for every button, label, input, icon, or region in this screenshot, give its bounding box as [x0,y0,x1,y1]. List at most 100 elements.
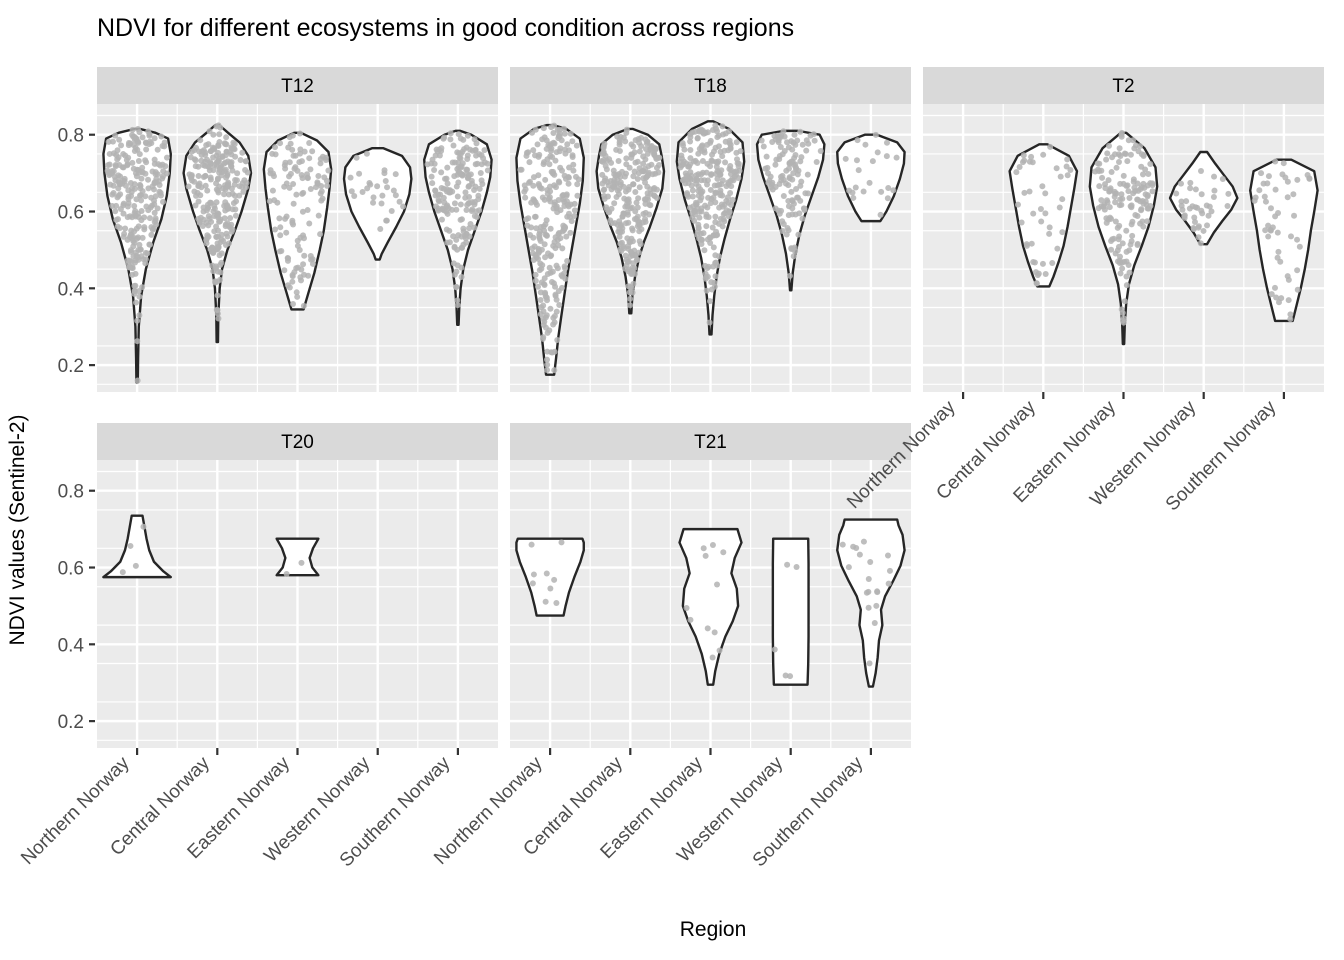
data-point [276,215,283,222]
data-point [1123,182,1130,189]
data-point [543,570,550,577]
data-point [542,176,549,183]
data-point [139,284,146,291]
data-point [551,348,558,355]
data-point [450,142,457,149]
data-point [377,225,384,232]
data-point [1028,240,1035,247]
data-point [1114,224,1121,231]
data-point [472,161,479,168]
data-point [160,173,166,180]
data-point [1056,204,1063,211]
data-point [786,272,793,279]
data-point [788,188,795,195]
data-point [195,182,202,189]
data-point [536,151,543,158]
data-point [163,154,170,161]
data-point [453,183,460,190]
data-point [1013,169,1020,176]
data-point [1287,233,1294,240]
data-point [1118,133,1125,140]
data-point [222,141,229,148]
data-point [1021,157,1028,164]
data-point [559,228,566,235]
data-point [699,236,706,243]
data-point [885,185,892,192]
data-point [1267,226,1274,233]
data-point [236,183,243,190]
data-point [610,167,617,174]
data-point [567,130,574,137]
data-point [606,209,613,216]
data-point [463,207,470,214]
data-point [623,126,630,133]
data-point [703,223,710,230]
data-point [811,137,818,144]
data-point [216,131,223,138]
data-point [856,551,863,558]
y-tick-label: 0.8 [58,126,84,147]
data-point [107,170,114,177]
data-point [1126,269,1133,276]
data-point [1120,172,1127,179]
data-point [719,153,726,160]
data-point [298,172,305,179]
data-point [1096,168,1103,175]
data-point [632,137,639,144]
data-point [217,165,224,172]
y-tick-label: 0.2 [58,356,84,377]
data-point [294,293,301,300]
data-point [129,271,136,278]
data-point [158,133,165,140]
data-point [1123,258,1130,265]
data-point [860,188,867,195]
data-point [195,173,202,180]
data-point [1116,233,1123,240]
data-point [802,190,809,197]
y-tick-label: 0.2 [58,712,84,733]
data-point [726,137,733,144]
data-point [1198,191,1205,198]
data-point [849,189,856,196]
data-point [1047,143,1054,150]
data-point [845,564,852,571]
data-point [392,171,399,178]
data-point [655,154,662,161]
data-point [528,224,535,231]
data-point [230,145,237,152]
data-point [570,167,577,174]
data-point [694,135,701,142]
data-point [306,140,313,147]
data-point [627,302,634,309]
data-point [473,140,480,147]
data-point [890,187,897,194]
data-point [1123,248,1130,255]
data-point [564,141,571,148]
data-point [107,181,114,188]
data-point [1038,218,1045,225]
data-point [457,216,464,223]
data-point [132,213,139,220]
data-point [374,183,381,190]
data-point [540,315,547,322]
data-point [1129,232,1136,239]
y-tick-label: 0.8 [58,482,84,503]
data-point [1199,210,1206,217]
data-point [301,148,308,155]
data-point [801,207,808,214]
data-point [472,146,479,153]
data-point [706,298,713,305]
data-point [624,203,631,210]
data-point [296,130,303,137]
data-point [1122,151,1129,158]
data-point [224,233,231,240]
data-point [544,366,551,373]
data-point [157,162,164,169]
data-point [556,301,563,308]
data-point [140,523,147,530]
data-point [535,180,542,187]
data-point [540,125,547,132]
facet-panel-T20: T20 [97,423,498,748]
data-point [643,145,649,152]
data-point [717,171,724,178]
